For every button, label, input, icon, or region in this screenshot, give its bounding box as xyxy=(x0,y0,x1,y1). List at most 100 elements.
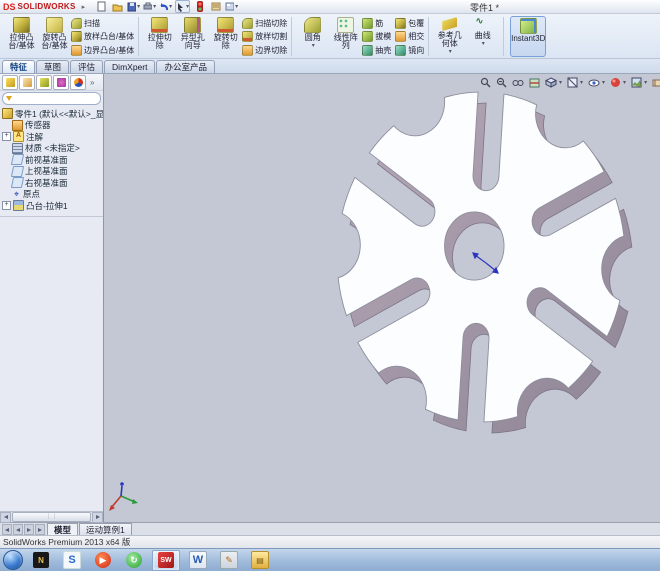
scroll-left-arrow[interactable] xyxy=(0,511,11,523)
open-file-button[interactable] xyxy=(111,1,124,12)
undo-button[interactable]: ▾ xyxy=(159,1,172,12)
edit-appearance-button[interactable]: ▾ xyxy=(609,76,627,89)
taskbar-app-tool[interactable]: ✎ xyxy=(216,551,242,570)
previous-view-icon xyxy=(512,79,524,86)
tree-item-sensors[interactable]: 传感器 xyxy=(2,119,103,132)
tree-item-origin[interactable]: ⌖ 原点 xyxy=(2,189,103,201)
file-properties-button[interactable] xyxy=(209,1,222,12)
configurationmanager-tab[interactable] xyxy=(36,74,52,90)
taskbar-solidworks[interactable]: SW xyxy=(152,549,180,571)
zoom-fit-button[interactable] xyxy=(479,76,492,89)
panel-overflow-chevron[interactable]: » xyxy=(90,78,94,87)
select-cursor-icon xyxy=(178,2,184,12)
boundary-cut-button[interactable]: 边界切除 xyxy=(242,44,287,56)
save-button[interactable]: ▾ xyxy=(127,1,140,12)
taskbar-app-browser-s[interactable]: S xyxy=(59,551,85,570)
start-button[interactable] xyxy=(3,550,23,570)
select-button[interactable]: ▾ xyxy=(175,0,191,13)
model-tab[interactable]: 模型 xyxy=(47,523,79,535)
graphics-viewport[interactable]: ▾ ▾ ▾ ▾ ▾ ▾ xyxy=(104,74,660,522)
expand-icon[interactable]: + xyxy=(2,132,11,142)
tab-sketch[interactable]: 草图 xyxy=(36,60,70,73)
rib-button[interactable]: 筋 xyxy=(362,17,391,29)
files-icon: ▤ xyxy=(251,551,269,569)
shell-button[interactable]: 抽壳 xyxy=(362,44,391,56)
hide-show-items-button[interactable]: ▾ xyxy=(587,77,606,89)
tab-scroll-first[interactable] xyxy=(2,524,12,535)
expand-icon[interactable]: + xyxy=(2,201,11,211)
swept-boss-button[interactable]: 扫描 xyxy=(71,17,134,29)
swept-cut-button[interactable]: 扫描切除 xyxy=(242,17,287,29)
zoom-area-button[interactable] xyxy=(495,76,508,89)
print-button[interactable]: ▾ xyxy=(143,1,156,12)
tab-features[interactable]: 特征 xyxy=(2,60,36,73)
boundary-cut-icon xyxy=(242,44,254,56)
ds-logo-icon: DS xyxy=(3,1,16,12)
taskbar-app-files[interactable]: ▤ xyxy=(247,551,273,570)
hole-wizard-button[interactable]: 异型孔 向导 xyxy=(176,16,209,57)
taskbar-app-1[interactable]: N xyxy=(28,551,54,570)
dropdown-arrow-icon: ▾ xyxy=(153,4,157,10)
taskbar-app-green-browser[interactable]: ↻ xyxy=(121,551,147,570)
new-file-button[interactable] xyxy=(95,1,108,12)
tree-filter-box[interactable] xyxy=(2,92,124,105)
revolved-boss-button[interactable]: 旋转凸 台/基体 xyxy=(38,16,71,57)
rebuild-button[interactable] xyxy=(193,1,206,12)
draft-icon xyxy=(362,31,374,42)
display-style-button[interactable]: ▾ xyxy=(566,76,584,89)
draft-button[interactable]: 拔模 xyxy=(362,31,391,43)
motion-study-tab[interactable]: 运动算例1 xyxy=(79,523,132,535)
fillet-button[interactable]: 圆角 ▾ xyxy=(296,16,329,57)
tree-item-front-plane[interactable]: 前视基准面 xyxy=(2,154,103,166)
dropdown-arrow-icon: ▾ xyxy=(644,80,648,86)
instant3d-toggle[interactable]: Instant3D xyxy=(510,16,547,57)
menu-expand-icon[interactable]: ▸ xyxy=(82,3,86,11)
tree-item-right-plane[interactable]: 右视基准面 xyxy=(2,177,103,189)
lofted-boss-button[interactable]: 放样凸台/基体 xyxy=(71,31,134,43)
scrollbar-thumb[interactable]: ⋮⋮ xyxy=(12,512,91,522)
tab-office-products[interactable]: 办公室产品 xyxy=(156,60,215,73)
tree-item-material[interactable]: 材质 <未指定> xyxy=(2,142,103,155)
apply-scene-button[interactable]: ▾ xyxy=(630,76,648,89)
filter-funnel-icon xyxy=(6,96,12,101)
tree-item-annotations[interactable]: + A 注解 xyxy=(2,131,103,143)
displaymanager-tab[interactable] xyxy=(70,74,86,90)
scroll-right-arrow[interactable] xyxy=(92,511,103,523)
taskbar-word[interactable]: W xyxy=(185,551,211,570)
dimxpertmanager-tab[interactable] xyxy=(53,74,69,90)
tab-scroll-prev[interactable] xyxy=(13,524,23,535)
document-title: 零件1 * xyxy=(470,3,500,13)
mirror-button[interactable]: 镜向 xyxy=(395,44,424,56)
intersect-button[interactable]: 相交 xyxy=(395,31,424,43)
tree-item-top-plane[interactable]: 上视基准面 xyxy=(2,165,103,178)
revolved-cut-button[interactable]: 旋转切 除 xyxy=(209,16,242,57)
dropdown-arrow-icon: ▾ xyxy=(137,4,141,10)
tab-evaluate[interactable]: 评估 xyxy=(70,60,104,73)
tree-item-boss-extrude1[interactable]: + 凸台-拉伸1 xyxy=(2,200,103,212)
featuremanager-tab[interactable] xyxy=(2,74,18,90)
tab-dimxpert[interactable]: DimXpert xyxy=(104,60,156,73)
feature-manager-panel: » 零件1 (默认<<默认>_显示状态 传感器 + A 注解 xyxy=(0,74,124,523)
linear-pattern-button[interactable]: 线性阵 列 xyxy=(329,16,362,57)
dropdown-arrow-icon: ▾ xyxy=(311,43,315,49)
section-view-button[interactable] xyxy=(528,76,541,89)
options-button[interactable]: ▾ xyxy=(225,1,238,12)
boundary-boss-button[interactable]: 边界凸台/基体 xyxy=(71,44,134,56)
view-orientation-button[interactable]: ▾ xyxy=(544,76,563,89)
view-settings-button[interactable]: ▾ xyxy=(651,77,660,89)
reference-geometry-button[interactable]: 参考几 何体 ▾ xyxy=(433,16,466,57)
lofted-cut-button[interactable]: 放样切割 xyxy=(242,31,287,43)
tree-item-part[interactable]: 零件1 (默认<<默认>_显示状态 xyxy=(2,108,103,120)
tab-scroll-next[interactable] xyxy=(24,524,34,535)
extruded-boss-button[interactable]: 拉伸凸 台/基体 xyxy=(5,16,38,57)
propertymanager-tab[interactable] xyxy=(19,74,35,90)
curves-button[interactable]: ∿ 曲线 ▾ xyxy=(466,16,499,57)
panel-horizontal-scrollbar[interactable]: ⋮⋮ xyxy=(0,511,103,523)
wrap-button[interactable]: 包覆 xyxy=(395,17,424,29)
part-model-geneva-wheel[interactable] xyxy=(104,74,660,522)
previous-view-button[interactable] xyxy=(511,77,525,89)
tab-scroll-last[interactable] xyxy=(35,524,45,535)
taskbar-app-player[interactable]: ▶ xyxy=(90,551,116,570)
extruded-cut-button[interactable]: 拉伸切 除 xyxy=(143,16,176,57)
plane-icon xyxy=(10,165,25,177)
